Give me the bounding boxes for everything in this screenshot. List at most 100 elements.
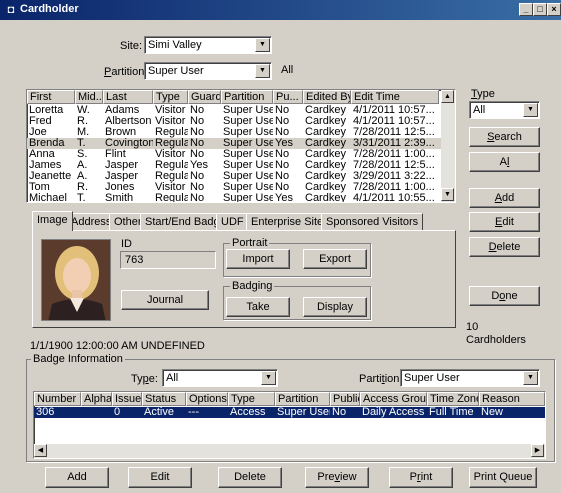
table-cell: Full Time (429, 406, 474, 418)
table-row[interactable]: Michael T. Smith RegularNo Super UserYes Card… (27, 192, 441, 203)
site-select[interactable]: Simi Valley ▼ (144, 36, 272, 54)
table-cell: T. (77, 192, 86, 203)
table-cell: Smith (105, 192, 134, 203)
table-cell: 306 (36, 406, 55, 418)
add-badge-button[interactable]: Add (45, 467, 109, 488)
table-cell: Daily Access (362, 406, 425, 418)
done-button[interactable]: Done (469, 286, 540, 306)
table-cell: Yes (275, 192, 293, 203)
column-header[interactable]: Issue (112, 392, 142, 406)
id-field: 763 (120, 251, 216, 269)
print-button[interactable]: Print (389, 467, 453, 488)
column-header[interactable]: Alpha (81, 392, 112, 406)
column-header[interactable]: Status (142, 392, 186, 406)
scroll-left-icon[interactable]: ◀ (34, 444, 47, 457)
delete-cardholder-button[interactable]: Delete (469, 237, 540, 257)
edit-badge-button[interactable]: Edit (128, 467, 192, 488)
scroll-right-icon[interactable]: ▶ (531, 444, 544, 457)
cardholder-count: 10 (466, 321, 479, 333)
chevron-down-icon[interactable]: ▼ (523, 103, 538, 117)
partition-label: Partition: (104, 66, 148, 78)
scroll-down-icon[interactable]: ▼ (441, 188, 454, 201)
edit-cardholder-button[interactable]: Edit (469, 212, 540, 232)
close-button[interactable]: × (547, 3, 561, 16)
site-value: Simi Valley (148, 39, 202, 51)
tab-panel-image: ID 763 Portrait Import Export Badging Ta… (32, 230, 456, 328)
app-icon: ◘ (7, 4, 15, 16)
badge-partition-value: Super User (404, 372, 460, 384)
column-header[interactable]: Reason (479, 392, 545, 406)
scroll-up-icon[interactable]: ▲ (441, 90, 454, 103)
column-header[interactable]: Pu... (273, 90, 303, 104)
preview-button[interactable]: Preview (305, 467, 369, 488)
status-line: 1/1/1900 12:00:00 AM UNDEFINED (30, 340, 205, 352)
search-button[interactable]: Search (469, 127, 540, 147)
type-label: Type (471, 88, 495, 100)
id-label: ID (121, 238, 132, 250)
minimize-button[interactable]: _ (519, 3, 533, 16)
horizontal-scrollbar[interactable]: ◀ ▶ (34, 444, 545, 458)
column-header[interactable]: Type (153, 90, 188, 104)
badge-type-label: Type: (131, 373, 158, 385)
take-button[interactable]: Take (226, 297, 290, 317)
column-header[interactable]: First (27, 90, 75, 104)
table-cell: --- (188, 406, 199, 418)
portrait-image (42, 240, 110, 320)
cardholder-grid[interactable]: First Mid... Last Type Guard Partition Pu... Ed… (26, 89, 456, 203)
import-button[interactable]: Import (226, 249, 290, 269)
site-label: Site: (120, 40, 143, 52)
badge-type-select[interactable]: All ▼ (162, 369, 278, 387)
column-header[interactable]: Last (103, 90, 153, 104)
column-header[interactable]: Guard (188, 90, 221, 104)
column-header[interactable]: Type (228, 392, 275, 406)
table-cell: 4/1/2011 10:55... (353, 192, 435, 203)
column-header[interactable]: Access Group (360, 392, 427, 406)
table-cell: Michael (29, 192, 67, 203)
column-header[interactable]: Mid... (75, 90, 103, 104)
journal-button[interactable]: Journal (121, 290, 209, 310)
cardholder-count-label: Cardholders (466, 334, 526, 346)
column-header[interactable]: Edit Time (351, 90, 439, 104)
delete-badge-button[interactable]: Delete (218, 467, 282, 488)
column-header[interactable]: Public (330, 392, 360, 406)
table-cell: Cardkey (305, 192, 346, 203)
portrait-group-title: Portrait (230, 237, 270, 249)
table-cell: Super User (223, 192, 273, 203)
title-bar: ◘ Cardholder _ □ × (0, 0, 561, 20)
badge-partition-select[interactable]: Super User ▼ (400, 369, 540, 387)
table-row[interactable]: 306 0 Active --- Access Super User No Daily Acc… (34, 406, 545, 418)
chevron-down-icon[interactable]: ▼ (255, 64, 270, 78)
all-button[interactable]: Al (469, 152, 540, 172)
table-cell: No (190, 192, 205, 203)
id-value: 763 (125, 254, 144, 266)
column-header[interactable]: Time Zone (427, 392, 479, 406)
print-queue-button[interactable]: Print Queue (469, 467, 537, 488)
column-header[interactable]: Number (34, 392, 81, 406)
chevron-down-icon[interactable]: ▼ (255, 38, 270, 52)
column-header[interactable]: Partition (221, 90, 273, 104)
display-button[interactable]: Display (303, 297, 367, 317)
table-cell: Access (230, 406, 266, 418)
partition-value: Super User (148, 65, 204, 77)
tab-image[interactable]: Image (32, 211, 73, 231)
table-cell: Regular (155, 192, 188, 203)
maximize-button[interactable]: □ (533, 3, 547, 16)
badge-grid[interactable]: Number Alpha Issue Status Options Type Partiti… (33, 391, 546, 459)
column-header[interactable]: Edited By (303, 90, 351, 104)
table-cell: No (332, 406, 347, 418)
column-header[interactable]: Partition (275, 392, 330, 406)
partition-all-label: All (281, 64, 294, 76)
vertical-scrollbar[interactable]: ▲ ▼ (441, 90, 455, 202)
export-button[interactable]: Export (303, 249, 367, 269)
tab-sponsored-visitors[interactable]: Sponsored Visitors (321, 213, 424, 230)
badge-type-value: All (166, 372, 179, 384)
table-cell: Active (144, 406, 174, 418)
partition-select[interactable]: Super User ▼ (144, 62, 272, 80)
type-select[interactable]: All ▼ (469, 101, 540, 119)
cardholder-photo (41, 239, 111, 321)
chevron-down-icon[interactable]: ▼ (523, 371, 538, 385)
add-cardholder-button[interactable]: Add (469, 188, 540, 208)
chevron-down-icon[interactable]: ▼ (261, 371, 276, 385)
tab-udf[interactable]: UDF (216, 213, 249, 230)
column-header[interactable]: Options (186, 392, 228, 406)
